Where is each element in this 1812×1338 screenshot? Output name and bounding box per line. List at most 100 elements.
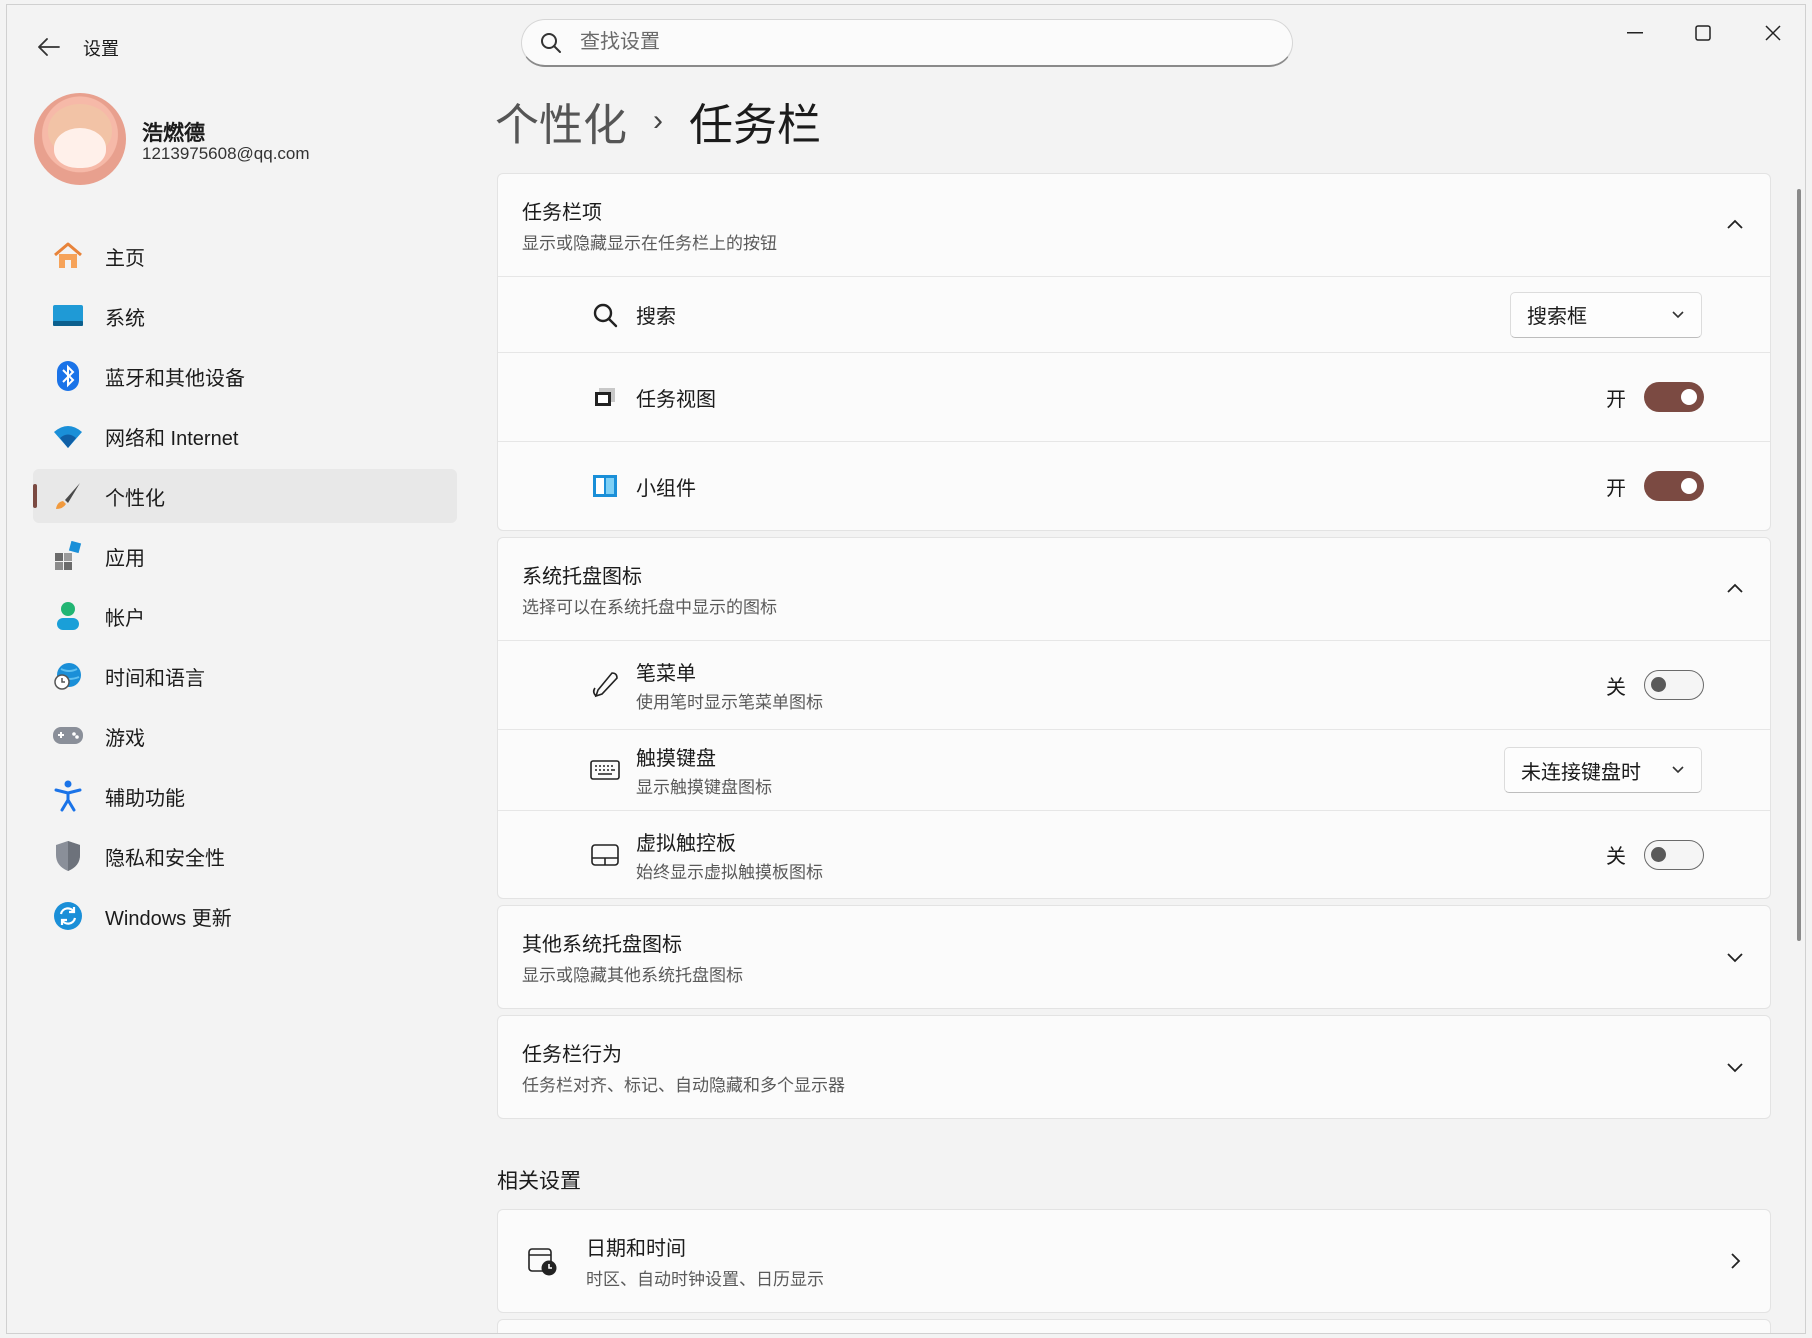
chevron-up-icon[interactable] (1724, 214, 1746, 236)
widgets-toggle[interactable] (1644, 471, 1704, 501)
chevron-up-icon[interactable] (1724, 578, 1746, 600)
taskbar-items-card: 任务栏项 显示或隐藏显示在任务栏上的按钮 搜索 搜索框 任务视图 开 小组件 开 (497, 173, 1771, 531)
sidebar-item-label: 蓝牙和其他设备 (105, 367, 245, 390)
back-arrow-icon (38, 38, 60, 56)
tray-icons-header[interactable]: 系统托盘图标 选择可以在系统托盘中显示的图标 (498, 538, 1770, 640)
globe-clock-icon (51, 659, 85, 693)
search-box[interactable] (521, 19, 1293, 67)
sidebar-item-gaming[interactable]: 游戏 (33, 709, 457, 763)
search-icon (590, 300, 620, 330)
toggle-state-label: 关 (1606, 846, 1626, 868)
date-time-link-card[interactable]: 日期和时间 时区、自动时钟设置、日历显示 (497, 1209, 1771, 1313)
dropdown-value: 搜索框 (1527, 306, 1587, 328)
sidebar-item-privacy[interactable]: 隐私和安全性 (33, 829, 457, 883)
sidebar-item-apps[interactable]: 应用 (33, 529, 457, 583)
row-description: 使用笔时显示笔菜单图标 (636, 693, 823, 712)
sidebar-item-label: 网络和 Internet (105, 427, 239, 450)
sidebar-item-label: 个性化 (105, 487, 165, 510)
pen-menu-row: 笔菜单 使用笔时显示笔菜单图标 关 (498, 640, 1770, 729)
row-label: 小组件 (636, 477, 696, 500)
taskbar-behaviors-header[interactable]: 任务栏行为 任务栏对齐、标记、自动隐藏和多个显示器 (498, 1016, 1770, 1118)
tray-icons-card: 系统托盘图标 选择可以在系统托盘中显示的图标 笔菜单 使用笔时显示笔菜单图标 关 (497, 537, 1771, 899)
date-time-link[interactable]: 日期和时间 时区、自动时钟设置、日历显示 (498, 1210, 1770, 1312)
sidebar-item-label: 系统 (105, 307, 145, 330)
close-icon (1765, 25, 1781, 41)
sidebar-item-accounts[interactable]: 帐户 (33, 589, 457, 643)
chevron-down-icon (1672, 310, 1684, 318)
search-icon (541, 32, 561, 53)
taskbar-behaviors-card[interactable]: 任务栏行为 任务栏对齐、标记、自动隐藏和多个显示器 (497, 1015, 1771, 1119)
maximize-button[interactable] (1673, 15, 1733, 51)
keyboard-icon (590, 755, 620, 785)
next-related-card[interactable] (497, 1319, 1771, 1333)
sidebar-item-bluetooth[interactable]: 蓝牙和其他设备 (33, 349, 457, 403)
search-input[interactable] (580, 31, 1260, 54)
card-subtitle: 显示或隐藏显示在任务栏上的按钮 (522, 234, 777, 253)
breadcrumb-separator: › (653, 104, 663, 137)
gamepad-icon (51, 719, 85, 753)
sidebar-item-network[interactable]: 网络和 Internet (33, 409, 457, 463)
row-label: 触摸键盘 (636, 748, 716, 770)
sidebar-item-label: 隐私和安全性 (105, 847, 225, 870)
card-subtitle: 选择可以在系统托盘中显示的图标 (522, 598, 777, 617)
card-subtitle: 任务栏对齐、标记、自动隐藏和多个显示器 (522, 1076, 845, 1095)
brush-icon (51, 479, 85, 513)
chevron-down-icon[interactable] (1724, 946, 1746, 968)
row-label: 搜索 (636, 306, 676, 328)
close-button[interactable] (1743, 15, 1803, 51)
apps-icon (51, 539, 85, 573)
related-settings-title: 相关设置 (497, 1170, 581, 1193)
breadcrumb-parent[interactable]: 个性化 (495, 89, 627, 153)
minimize-button[interactable] (1605, 15, 1665, 51)
update-icon (51, 899, 85, 933)
sidebar-item-label: 辅助功能 (105, 787, 185, 810)
account-icon (51, 599, 85, 633)
toggle-state-label: 关 (1606, 676, 1626, 699)
sidebar-item-accessibility[interactable]: 辅助功能 (33, 769, 457, 823)
avatar[interactable] (34, 93, 126, 185)
taskbar-items-header[interactable]: 任务栏项 显示或隐藏显示在任务栏上的按钮 (498, 174, 1770, 276)
card-subtitle: 显示或隐藏其他系统托盘图标 (522, 966, 743, 985)
virtual-touchpad-toggle[interactable] (1644, 839, 1704, 870)
search-mode-dropdown[interactable]: 搜索框 (1510, 291, 1702, 338)
page-title: 任务栏 (689, 101, 821, 150)
widgets-icon (590, 471, 620, 501)
minimize-icon (1627, 32, 1643, 34)
sidebar-item-label: 时间和语言 (105, 667, 205, 690)
card-title: 任务栏行为 (522, 1044, 622, 1066)
touch-keyboard-row: 触摸键盘 显示触摸键盘图标 未连接键盘时 (498, 729, 1770, 810)
touch-keyboard-dropdown[interactable]: 未连接键盘时 (1504, 747, 1702, 793)
accessibility-icon (51, 779, 85, 813)
task-view-toggle[interactable] (1644, 382, 1704, 412)
breadcrumb: 个性化 › 任务栏 (495, 89, 821, 153)
other-tray-icons-header[interactable]: 其他系统托盘图标 显示或隐藏其他系统托盘图标 (498, 906, 1770, 1008)
sidebar-nav: 主页 系统 蓝牙和其他设备 网络和 Internet 个性化 应用 帐户 时间和… (33, 229, 457, 949)
sidebar-item-label: 主页 (105, 247, 145, 270)
sidebar-item-personalization[interactable]: 个性化 (33, 469, 457, 523)
row-label: 虚拟触控板 (636, 832, 736, 855)
pen-menu-toggle[interactable] (1644, 670, 1704, 700)
sidebar-item-system[interactable]: 系统 (33, 289, 457, 343)
chevron-down-icon (1672, 766, 1684, 774)
card-subtitle: 时区、自动时钟设置、日历显示 (586, 1270, 824, 1289)
sidebar-item-time-language[interactable]: 时间和语言 (33, 649, 457, 703)
scrollbar[interactable] (1797, 189, 1801, 941)
settings-window: 设置 浩燃德 1213975608@qq.com 主页 系统 (6, 4, 1806, 1334)
row-description: 显示触摸键盘图标 (636, 778, 772, 797)
other-tray-icons-card[interactable]: 其他系统托盘图标 显示或隐藏其他系统托盘图标 (497, 905, 1771, 1009)
toggle-state-label: 开 (1606, 477, 1626, 500)
sidebar-item-windows-update[interactable]: Windows 更新 (33, 889, 457, 943)
home-icon (51, 239, 85, 273)
back-button[interactable] (29, 31, 69, 63)
search-row: 搜索 搜索框 (498, 276, 1770, 352)
touchpad-icon (590, 840, 620, 870)
card-title: 日期和时间 (586, 1238, 686, 1260)
app-title: 设置 (83, 39, 119, 59)
calendar-clock-icon (526, 1244, 560, 1278)
bluetooth-icon (51, 359, 85, 393)
chevron-down-icon[interactable] (1724, 1056, 1746, 1078)
sidebar-item-home[interactable]: 主页 (33, 229, 457, 283)
card-title: 系统托盘图标 (522, 566, 642, 588)
virtual-touchpad-row: 虚拟触控板 始终显示虚拟触摸板图标 关 (498, 810, 1770, 898)
task-view-row: 任务视图 开 (498, 352, 1770, 441)
